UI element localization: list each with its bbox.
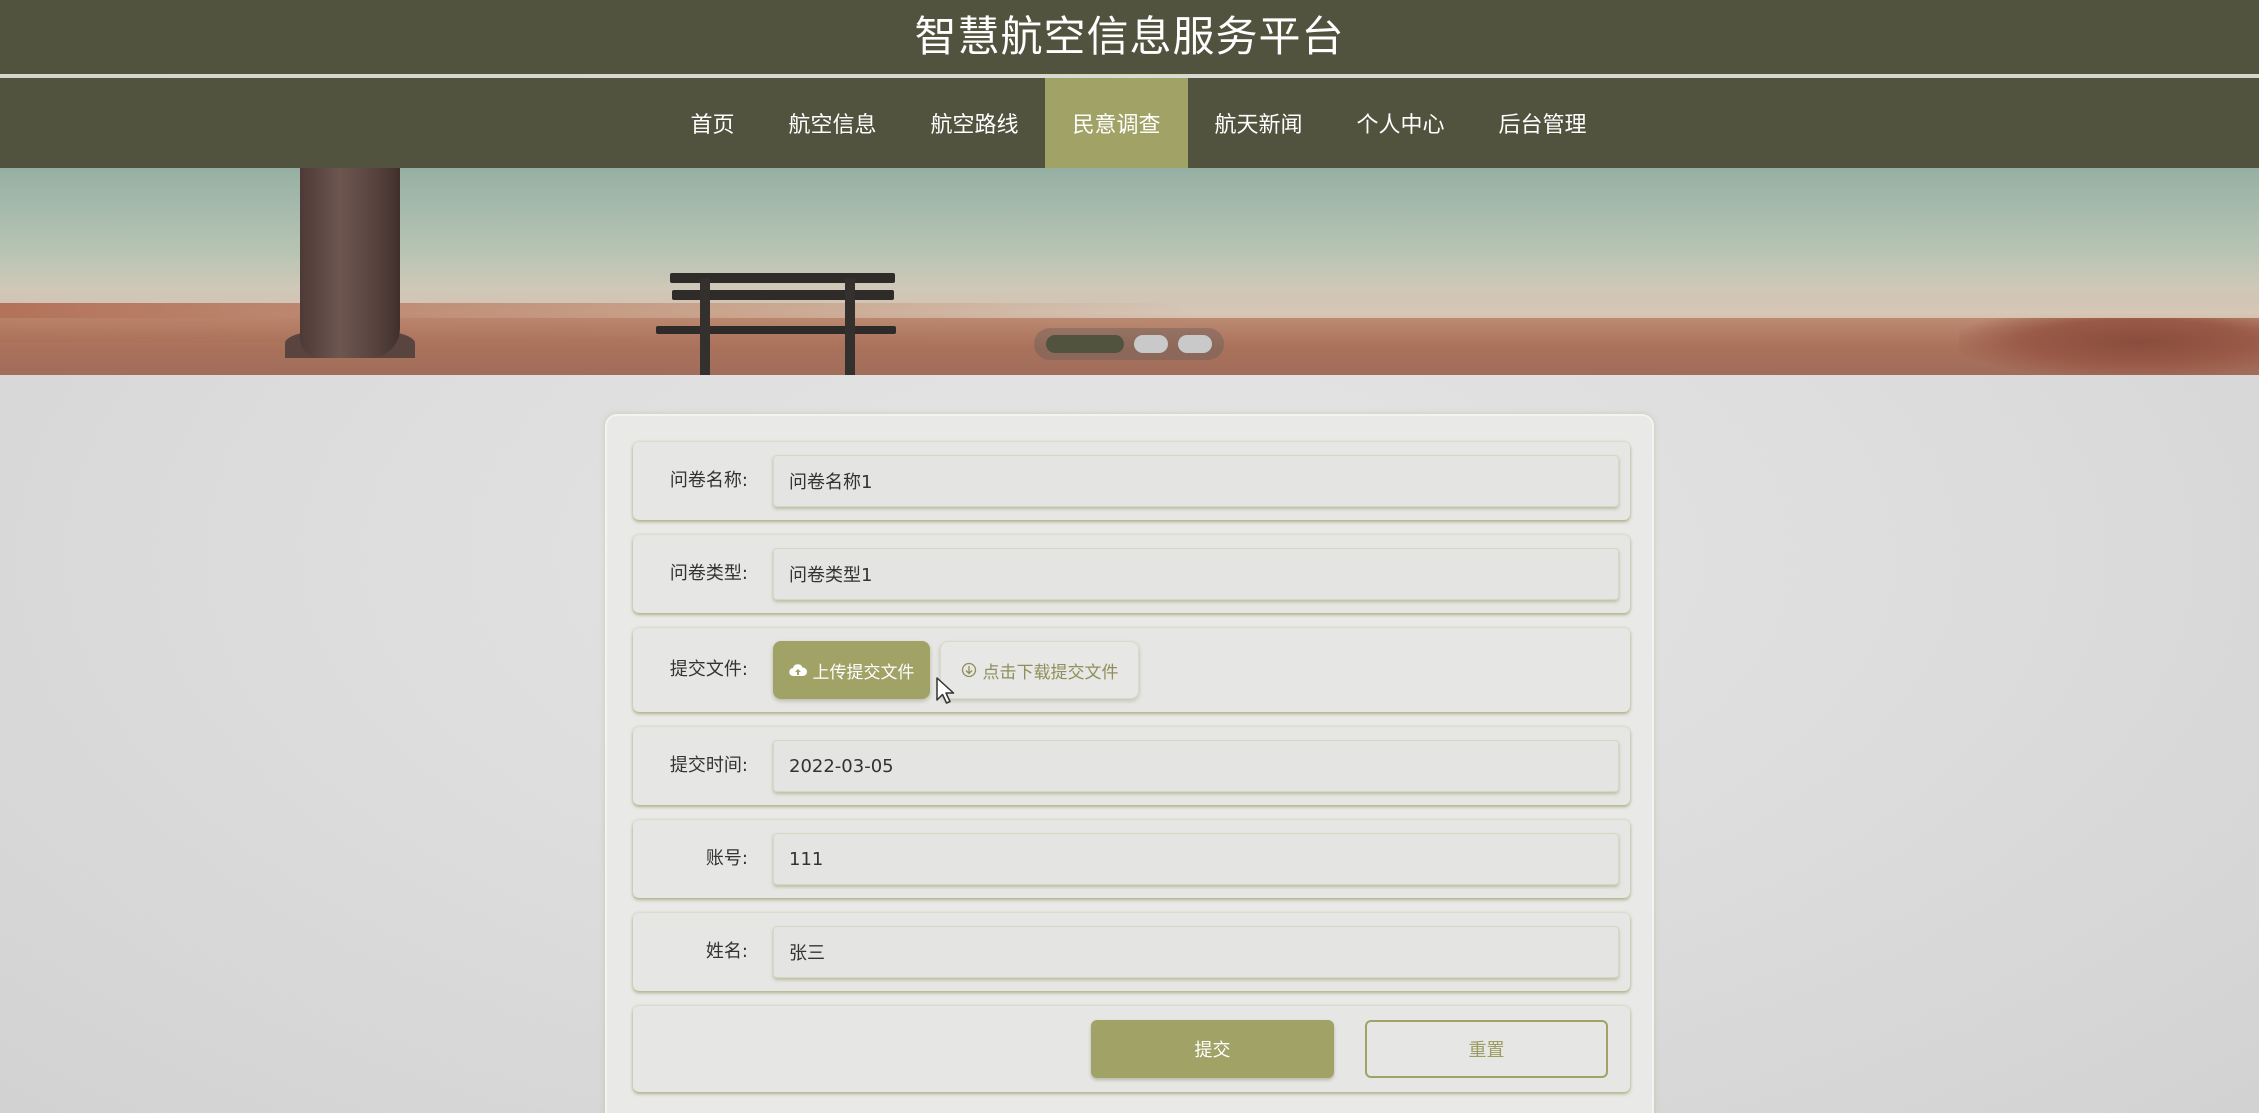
reset-button[interactable]: 重置 xyxy=(1365,1020,1608,1078)
nav-item-admin[interactable]: 后台管理 xyxy=(1472,78,1614,168)
nav-items: 首页 航空信息 航空路线 民意调查 航天新闻 个人中心 后台管理 xyxy=(663,78,1613,168)
bench-leg-right xyxy=(845,278,855,375)
carousel-dot-3[interactable] xyxy=(1178,335,1212,353)
survey-form-card: 问卷名称: 问卷类型: 提交文件: 上传提交文件 点击下载提交文件 提交时间: … xyxy=(605,414,1654,1113)
mouse-cursor-icon xyxy=(936,677,955,704)
bench-leg-left xyxy=(700,278,710,375)
nav-item-aviation-info[interactable]: 航空信息 xyxy=(761,78,903,168)
form-row-submit-time: 提交时间: xyxy=(633,727,1630,805)
nav-item-personal-center[interactable]: 个人中心 xyxy=(1330,78,1472,168)
form-row-account: 账号: xyxy=(633,820,1630,898)
site-header: 智慧航空信息服务平台 xyxy=(0,0,2259,76)
main-nav: 首页 航空信息 航空路线 民意调查 航天新闻 个人中心 后台管理 xyxy=(0,78,2259,168)
nav-item-aviation-routes[interactable]: 航空路线 xyxy=(903,78,1045,168)
survey-name-input[interactable] xyxy=(773,455,1619,507)
upload-file-label: 上传提交文件 xyxy=(812,662,915,683)
carousel-indicators xyxy=(1034,328,1224,360)
survey-type-input[interactable] xyxy=(773,548,1619,600)
banner-bush xyxy=(1959,318,2259,375)
submit-file-label: 提交文件: xyxy=(669,659,748,680)
account-label: 账号: xyxy=(705,848,748,869)
form-row-submit-file: 提交文件: 上传提交文件 点击下载提交文件 xyxy=(633,628,1630,712)
submit-time-input[interactable] xyxy=(773,740,1619,792)
submit-button[interactable]: 提交 xyxy=(1091,1020,1334,1078)
form-row-survey-type: 问卷类型: xyxy=(633,535,1630,613)
form-row-username: 姓名: xyxy=(633,913,1630,991)
form-row-actions: 提交 重置 xyxy=(633,1006,1630,1092)
bench-seat xyxy=(656,326,896,334)
download-file-button[interactable]: 点击下载提交文件 xyxy=(940,641,1139,699)
banner-tree-trunk xyxy=(300,168,400,358)
nav-item-home[interactable]: 首页 xyxy=(663,78,761,168)
username-input[interactable] xyxy=(773,926,1619,978)
account-input[interactable] xyxy=(773,833,1619,885)
submit-time-label: 提交时间: xyxy=(669,755,748,776)
username-label: 姓名: xyxy=(705,941,748,962)
nav-item-space-news[interactable]: 航天新闻 xyxy=(1188,78,1330,168)
cloud-upload-icon xyxy=(788,664,807,677)
carousel-dot-1[interactable] xyxy=(1046,335,1124,353)
site-title: 智慧航空信息服务平台 xyxy=(914,12,1345,61)
form-row-survey-name: 问卷名称: xyxy=(633,442,1630,520)
download-circle-icon xyxy=(961,662,976,678)
survey-name-label: 问卷名称: xyxy=(669,470,748,491)
survey-type-label: 问卷类型: xyxy=(669,563,748,584)
nav-item-survey[interactable]: 民意调查 xyxy=(1045,78,1188,168)
upload-file-button[interactable]: 上传提交文件 xyxy=(773,641,930,699)
carousel-dot-2[interactable] xyxy=(1134,335,1168,353)
download-file-label: 点击下载提交文件 xyxy=(982,662,1119,683)
